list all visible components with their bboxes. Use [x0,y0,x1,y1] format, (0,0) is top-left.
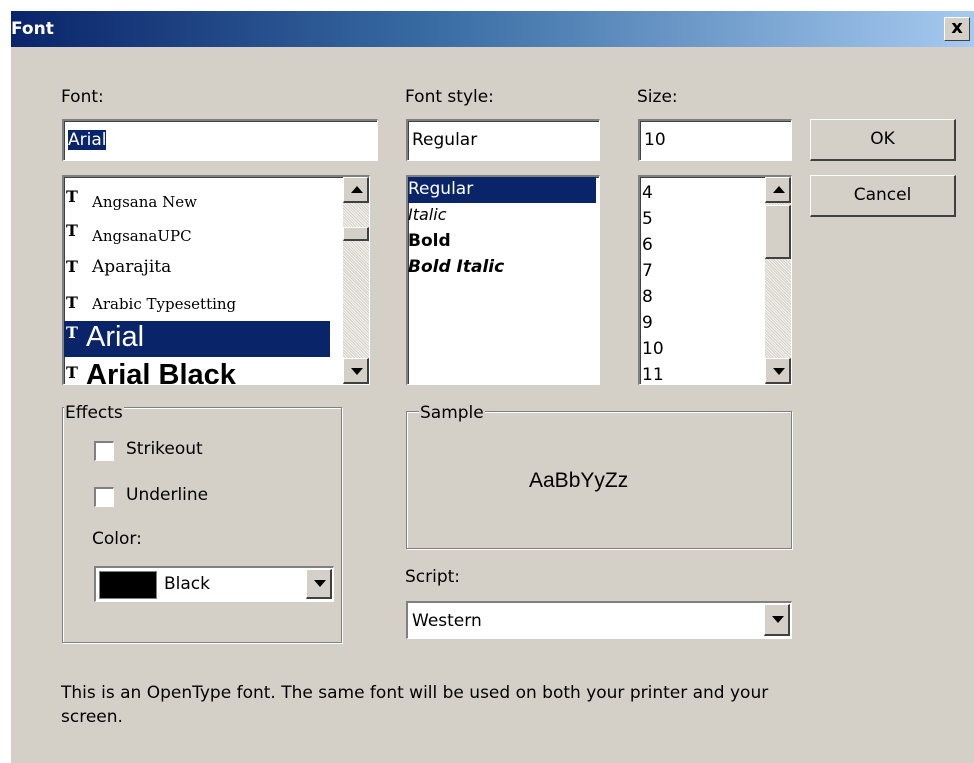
ok-button[interactable]: OK [810,119,956,161]
strikeout-checkbox[interactable] [94,441,114,461]
scroll-up-button[interactable] [765,177,791,203]
title-bar[interactable]: Font x [11,11,974,47]
effects-label: Effects [64,403,124,423]
list-item[interactable]: 10 [642,339,664,359]
font-name-input[interactable]: Arial [62,119,378,161]
list-item[interactable]: 9 [642,313,653,333]
list-item-selected[interactable]: T Arial [64,321,330,357]
list-item[interactable]: T AngsanaUPC [64,219,330,249]
chevron-down-icon [314,580,326,587]
font-list[interactable]: T Angsana New T AngsanaUPC T Aparajita T… [62,175,370,385]
list-item[interactable]: T Angsana New [64,185,330,215]
script-value: Western [412,611,482,631]
font-style-value: Regular [412,130,478,150]
truetype-icon: T [66,323,78,342]
list-item[interactable]: Bold Italic [408,257,596,281]
color-value: Black [164,574,210,594]
list-item[interactable]: 7 [642,261,653,281]
color-select[interactable]: Black [94,566,334,602]
truetype-icon: T [66,221,78,240]
list-item[interactable]: T Arabic Typesetting [64,283,330,317]
sample-label: Sample [419,403,485,423]
size-list[interactable]: 4 5 6 7 8 9 10 11 [638,175,792,385]
list-item[interactable]: 4 [642,183,653,203]
truetype-icon: T [66,293,78,312]
arrow-down-icon [773,368,785,375]
strikeout-label[interactable]: Strikeout [126,439,203,459]
script-label: Script: [405,567,461,587]
sample-preview: AaBbYyZz [529,469,629,492]
script-dropdown-button[interactable] [764,604,790,636]
close-button[interactable]: x [944,17,970,41]
truetype-icon: T [66,257,78,276]
truetype-icon: T [66,363,78,382]
font-dialog: Font x Font: Arial T Angsana New T Angsa… [11,11,974,763]
font-name-value: Arial [68,130,107,150]
list-item[interactable]: Italic [408,205,596,229]
scroll-down-button[interactable] [765,358,791,384]
size-list-scrollbar[interactable] [765,177,791,384]
cancel-button[interactable]: Cancel [810,175,956,217]
font-description: This is an OpenType font. The same font … [61,683,769,727]
arrow-up-icon [351,186,363,193]
size-input[interactable]: 10 [638,119,792,161]
scroll-thumb[interactable] [765,205,791,259]
font-style-label: Font style: [405,87,494,107]
font-style-input[interactable]: Regular [406,119,600,161]
list-item-selected[interactable]: Regular [408,177,596,203]
list-item[interactable]: T Arial Black [64,357,330,384]
list-item[interactable]: Bold [408,231,596,255]
arrow-up-icon [773,186,785,193]
size-label: Size: [637,87,678,107]
font-style-list[interactable]: Regular Italic Bold Bold Italic [406,175,600,385]
size-value: 10 [644,130,666,150]
color-label: Color: [92,529,142,549]
list-item[interactable]: 8 [642,287,653,307]
close-icon: x [951,17,963,38]
font-list-scrollbar[interactable] [343,177,369,384]
list-item[interactable]: T Aparajita [64,251,330,281]
list-item[interactable]: 5 [642,209,653,229]
font-label: Font: [61,87,104,107]
scroll-up-button[interactable] [343,177,369,203]
scroll-down-button[interactable] [343,358,369,384]
underline-label[interactable]: Underline [126,485,208,505]
script-select[interactable]: Western [406,601,792,639]
truetype-icon: T [66,187,78,206]
color-swatch [99,571,157,599]
arrow-down-icon [351,368,363,375]
underline-checkbox[interactable] [94,487,114,507]
chevron-down-icon [772,616,784,623]
list-item[interactable]: 6 [642,235,653,255]
scroll-thumb[interactable] [343,227,369,241]
color-dropdown-button[interactable] [306,569,332,599]
list-item[interactable]: 11 [642,365,664,384]
window-title: Font [11,19,54,39]
